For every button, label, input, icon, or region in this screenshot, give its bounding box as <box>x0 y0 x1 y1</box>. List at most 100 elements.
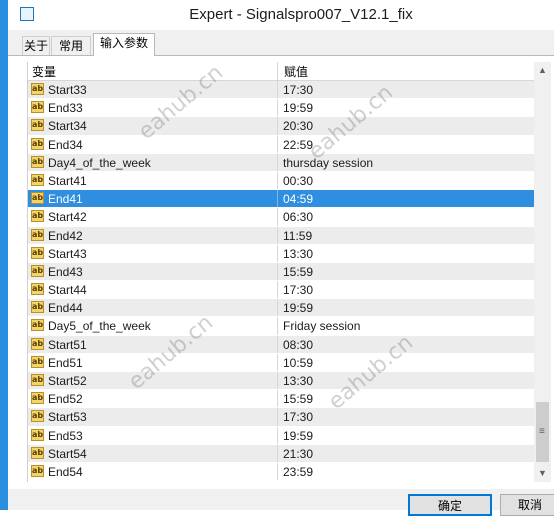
variable-name: Start54 <box>48 446 87 461</box>
variable-value[interactable]: 19:59 <box>283 429 313 443</box>
variable-value[interactable]: 17:30 <box>283 283 313 297</box>
column-divider <box>277 81 278 99</box>
column-divider <box>277 317 278 335</box>
column-divider <box>277 135 278 153</box>
variable-value[interactable]: 04:59 <box>283 192 313 206</box>
table-row[interactable]: ab Start33 17:30 <box>28 81 534 100</box>
cancel-button[interactable]: 取消 <box>500 494 554 516</box>
table-row[interactable]: ab End44 19:59 <box>28 299 534 318</box>
string-type-icon: ab <box>31 101 44 114</box>
table-row[interactable]: ab Start41 00:30 <box>28 171 534 191</box>
variable-value[interactable]: 10:59 <box>283 356 313 370</box>
string-type-icon: ab <box>31 374 44 386</box>
variable-name: Start41 <box>48 173 87 188</box>
string-type-icon: ab <box>31 83 44 95</box>
column-divider <box>277 353 278 371</box>
table-row[interactable]: ab Start42 06:30 <box>28 208 534 227</box>
table-row[interactable]: ab End33 19:59 <box>28 99 534 118</box>
header-variable[interactable]: 变量 <box>32 63 56 80</box>
table-row[interactable]: ab End42 11:59 <box>28 226 534 245</box>
variable-name: End34 <box>48 137 83 152</box>
string-type-icon: ab <box>31 337 44 350</box>
table-row[interactable]: ab Start52 13:30 <box>28 372 534 391</box>
variable-name: End33 <box>48 101 83 116</box>
variable-name: End52 <box>48 392 83 407</box>
table-row[interactable]: ab End34 22:59 <box>28 135 534 154</box>
table-row[interactable]: ab Start54 21:30 <box>28 444 534 463</box>
scroll-up-arrow-icon[interactable]: ▲ <box>534 62 551 79</box>
string-type-icon: ab <box>31 210 44 223</box>
string-type-icon: ab <box>31 246 44 259</box>
window-title: Expert - Signalspro007_V12.1_fix <box>189 6 413 23</box>
table-row[interactable]: ab End51 10:59 <box>28 353 534 372</box>
tab-common[interactable]: 常用 <box>51 36 91 55</box>
table-row[interactable]: ab End41 04:59 <box>28 190 534 209</box>
string-type-icon: ab <box>31 301 44 314</box>
variable-name: Start33 <box>48 83 87 97</box>
variable-value[interactable]: 08:30 <box>283 338 313 352</box>
tab-about[interactable]: 关于 <box>22 36 50 55</box>
column-divider <box>277 335 278 353</box>
table-row[interactable]: ab Start43 13:30 <box>28 244 534 263</box>
variable-name: Start34 <box>48 119 87 134</box>
variable-name: Day5_of_the_week <box>48 319 151 334</box>
column-divider <box>277 426 278 444</box>
string-type-icon: ab <box>31 192 44 205</box>
header-divider[interactable] <box>277 62 278 80</box>
window-left-edge <box>0 0 8 510</box>
grip-icon: ≡ <box>539 426 545 437</box>
variable-name: Start52 <box>48 374 87 388</box>
variable-value[interactable]: 11:59 <box>283 229 312 243</box>
variable-name: End53 <box>48 428 83 443</box>
string-type-icon: ab <box>31 283 44 296</box>
string-type-icon: ab <box>31 392 44 405</box>
column-divider <box>277 244 278 262</box>
table-row[interactable]: ab End54 23:59 <box>28 462 534 482</box>
variable-value[interactable]: 00:30 <box>283 174 313 188</box>
table-row[interactable]: ab Start44 17:30 <box>28 281 534 300</box>
string-type-icon: ab <box>31 428 44 441</box>
inputs-panel: 变量 赋值 ab Start33 17:30 ab End33 19:59 ab Start3… <box>8 55 554 511</box>
table-row[interactable]: ab Day5_of_the_week Friday session <box>28 317 534 336</box>
grid-header: 变量 赋值 <box>28 62 534 81</box>
variable-value[interactable]: Friday session <box>283 319 360 333</box>
table-row[interactable]: ab End53 19:59 <box>28 426 534 445</box>
variable-value[interactable]: 15:59 <box>283 392 313 406</box>
variable-value[interactable]: 23:59 <box>283 465 313 479</box>
string-type-icon: ab <box>31 173 44 186</box>
variable-name: End43 <box>48 264 83 279</box>
scroll-thumb[interactable]: ≡ <box>536 402 549 462</box>
variable-value[interactable]: 06:30 <box>283 210 313 224</box>
variable-name: End42 <box>48 228 83 243</box>
string-type-icon: ab <box>31 228 44 241</box>
tab-inputs[interactable]: 输入参数 <box>93 33 155 56</box>
variable-value[interactable]: 17:30 <box>283 83 313 97</box>
variable-value[interactable]: 20:30 <box>283 119 313 133</box>
variable-value[interactable]: 19:59 <box>283 301 313 315</box>
string-type-icon: ab <box>31 119 44 132</box>
column-divider <box>277 262 278 281</box>
variable-name: Start43 <box>48 246 87 261</box>
variable-value[interactable]: 19:59 <box>283 101 313 115</box>
table-row[interactable]: ab End52 15:59 <box>28 390 534 409</box>
column-divider <box>277 226 278 244</box>
table-row[interactable]: ab Start51 08:30 <box>28 335 534 354</box>
scroll-down-arrow-icon[interactable]: ▼ <box>534 465 551 482</box>
variable-value[interactable]: 17:30 <box>283 410 313 424</box>
header-value[interactable]: 赋值 <box>284 63 308 80</box>
string-type-icon: ab <box>31 464 44 477</box>
vertical-scrollbar[interactable]: ▲ ≡ ▼ <box>534 62 551 482</box>
variable-value[interactable]: 13:30 <box>283 374 313 388</box>
ok-button[interactable]: 确定 <box>408 494 492 516</box>
table-row[interactable]: ab Start34 20:30 <box>28 117 534 136</box>
variable-value[interactable]: 15:59 <box>283 265 313 279</box>
table-row[interactable]: ab Day4_of_the_week thursday session <box>28 153 534 172</box>
column-divider <box>277 117 278 135</box>
column-divider <box>277 171 278 190</box>
table-row[interactable]: ab End43 15:59 <box>28 262 534 282</box>
variable-value[interactable]: 21:30 <box>283 447 313 461</box>
parameters-grid: 变量 赋值 ab Start33 17:30 ab End33 19:59 ab Start3… <box>27 62 534 482</box>
table-row[interactable]: ab Start53 17:30 <box>28 408 534 427</box>
variable-name: Day4_of_the_week <box>48 155 151 170</box>
variable-value[interactable]: 13:30 <box>283 247 313 261</box>
